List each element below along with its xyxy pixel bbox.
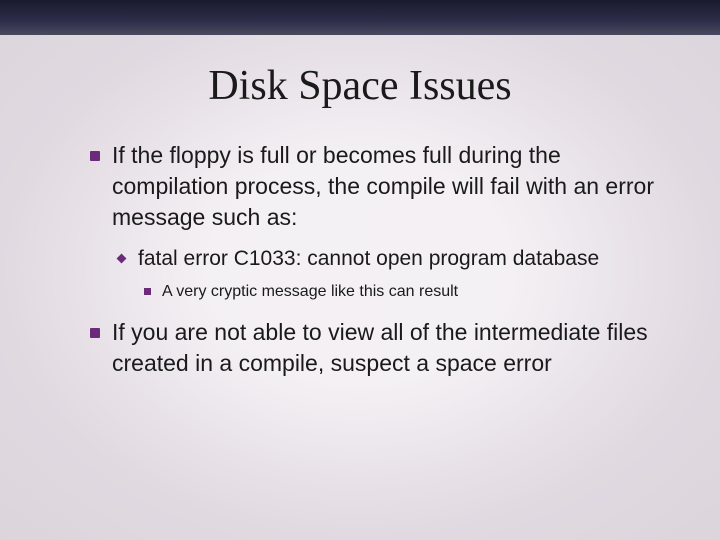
bullet-list: If the floppy is full or becomes full du… xyxy=(90,140,660,379)
sub-sub-bullet-list: A very cryptic message like this can res… xyxy=(144,282,660,303)
bullet-text: fatal error C1033: cannot open program d… xyxy=(118,245,660,272)
bullet-text: If the floppy is full or becomes full du… xyxy=(90,140,660,233)
bullet-text: If you are not able to view all of the i… xyxy=(90,317,660,379)
list-item: If the floppy is full or becomes full du… xyxy=(90,140,660,303)
sub-bullet-list: fatal error C1033: cannot open program d… xyxy=(118,245,660,303)
bullet-text: A very cryptic message like this can res… xyxy=(144,282,660,303)
top-decoration-bar xyxy=(0,0,720,35)
list-item: If you are not able to view all of the i… xyxy=(90,317,660,379)
list-item: fatal error C1033: cannot open program d… xyxy=(118,245,660,303)
slide-content: If the floppy is full or becomes full du… xyxy=(0,110,720,379)
list-item: A very cryptic message like this can res… xyxy=(144,282,660,303)
